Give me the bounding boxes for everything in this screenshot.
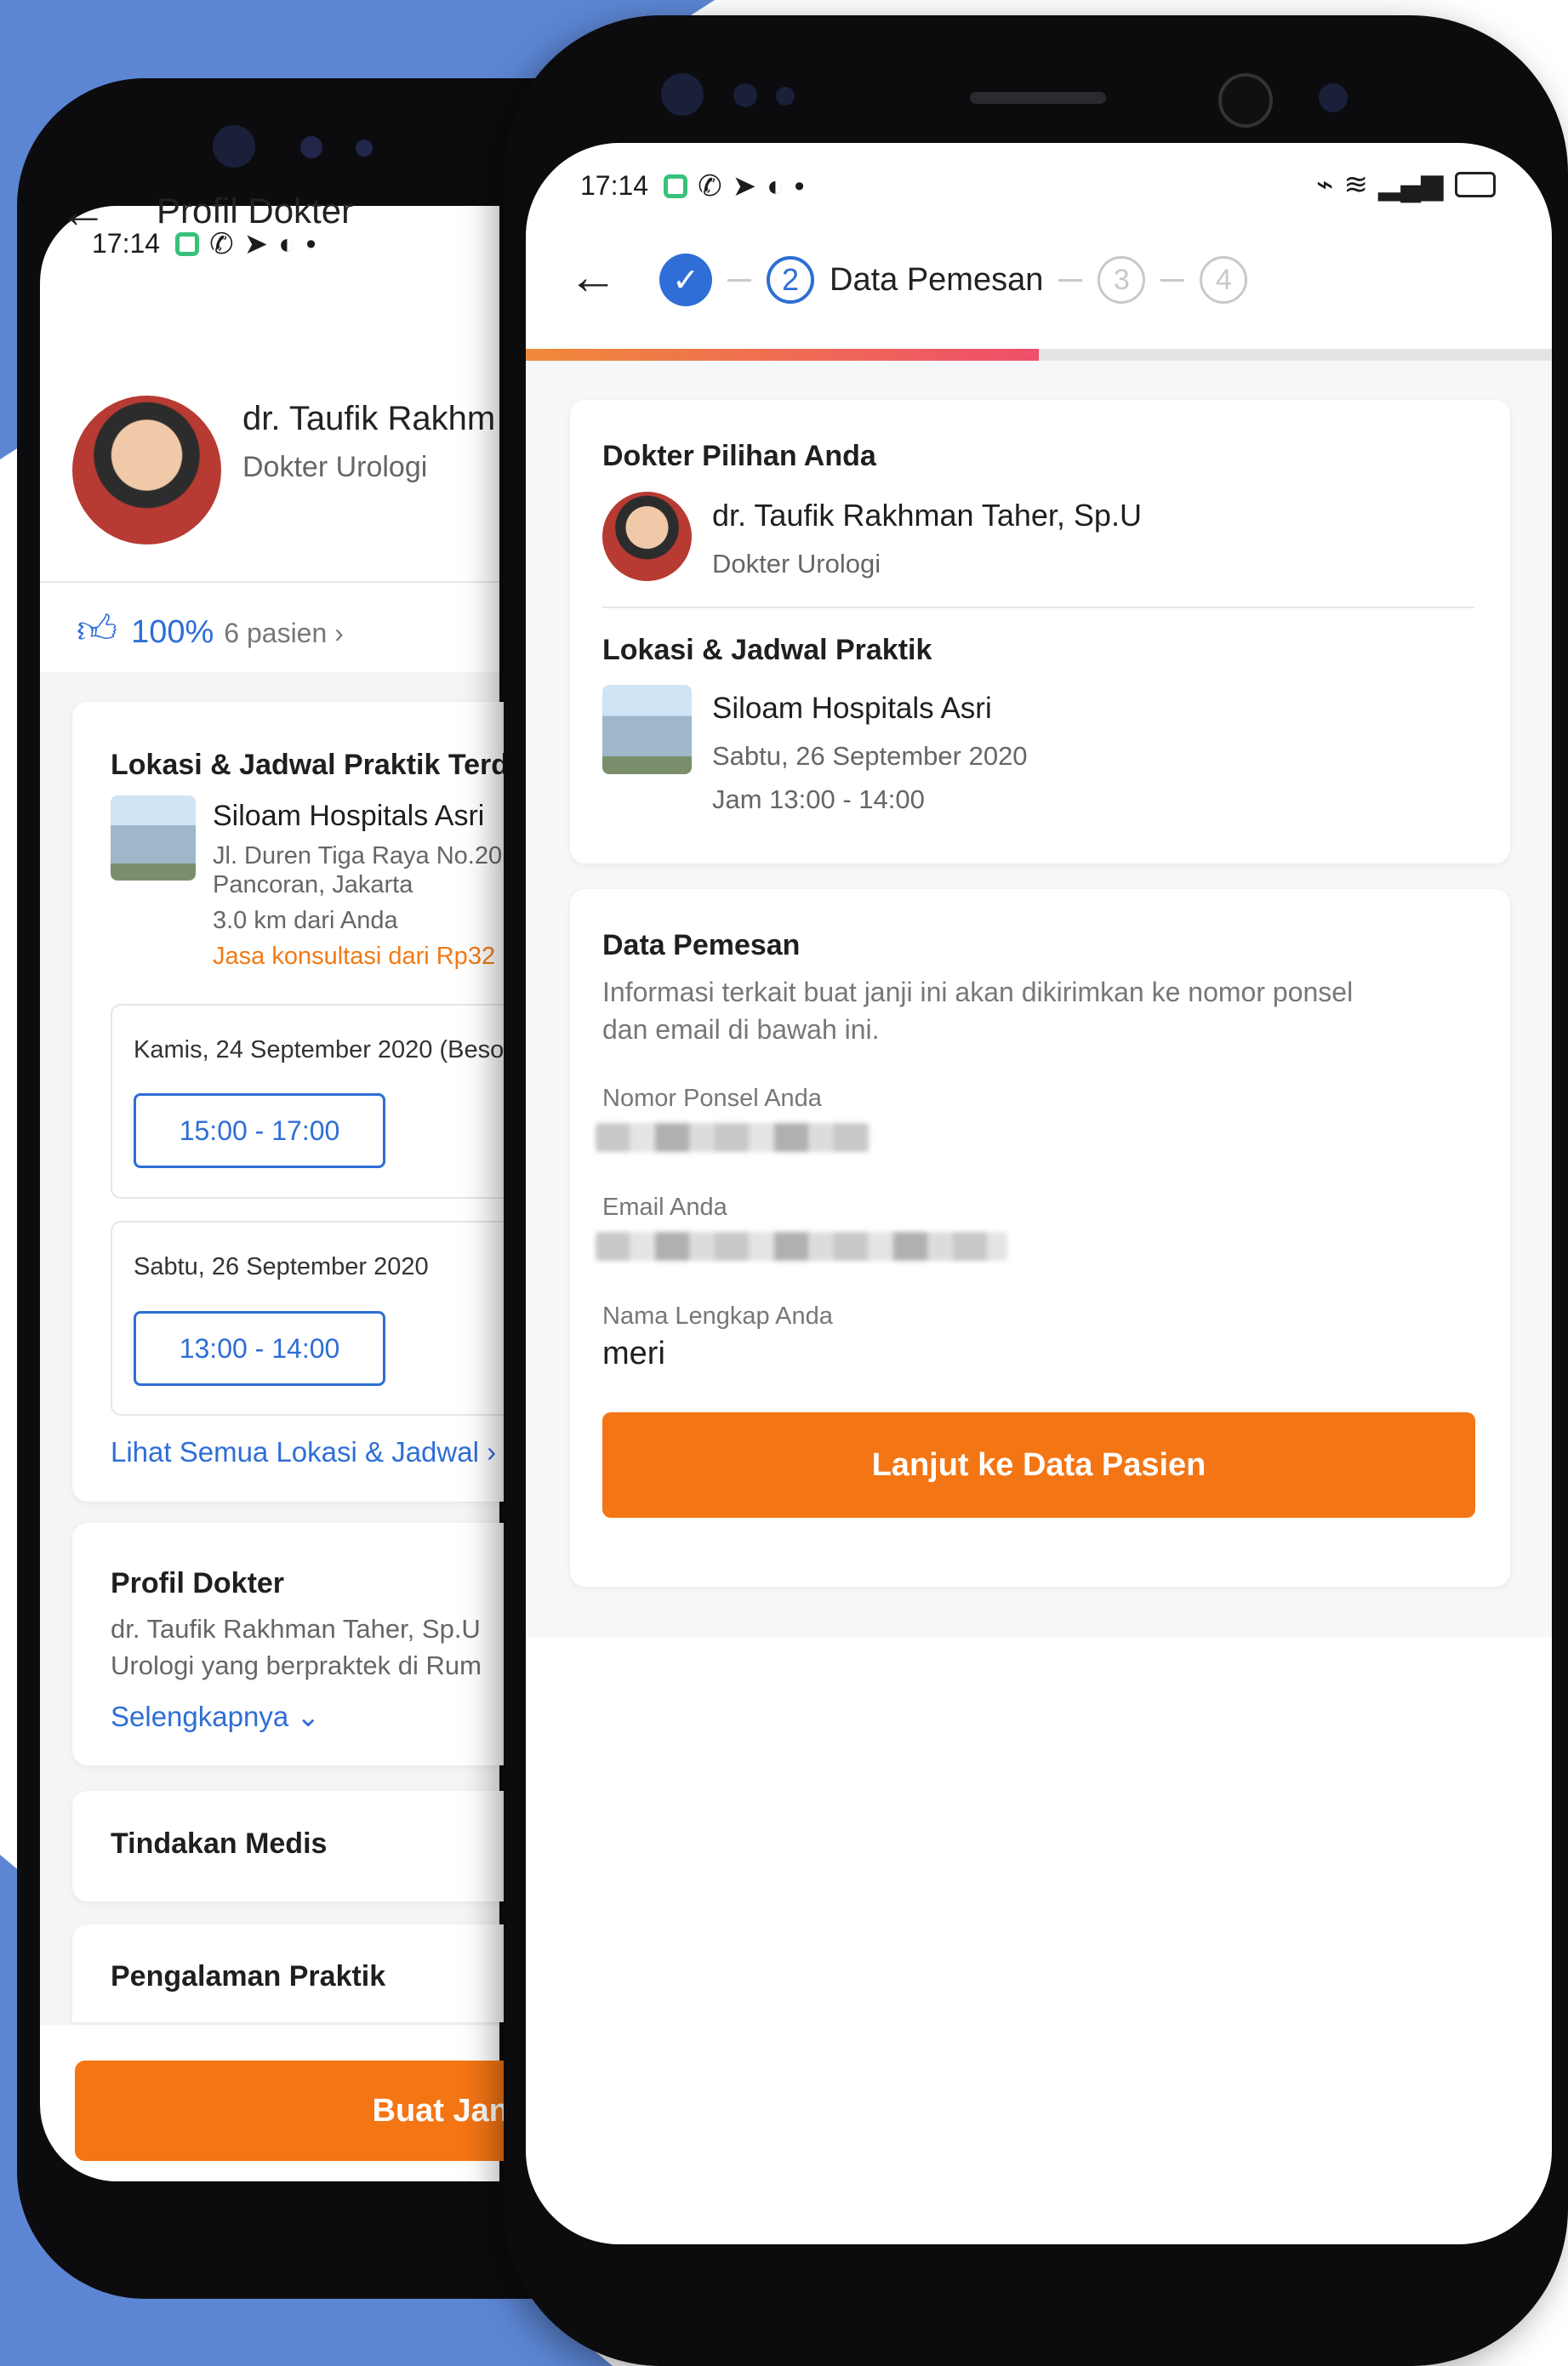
- email-field-label: Email Anda: [602, 1194, 727, 1221]
- book-appointment-button[interactable]: Buat Jan: [75, 2061, 517, 2161]
- page-title: Profil Dokter: [157, 190, 354, 231]
- app-notification-icon: [664, 174, 688, 198]
- doctor-name: dr. Taufik Rakhm: [242, 400, 496, 437]
- time-slot-button[interactable]: 13:00 - 14:00: [134, 1311, 385, 1386]
- whatsapp-icon: ✆: [698, 169, 722, 202]
- divider: [602, 607, 1474, 608]
- slot-date: Kamis, 24 September 2020 (Besok: [134, 1036, 516, 1063]
- see-all-schedule-link[interactable]: Lihat Semua Lokasi & Jadwal ›: [111, 1436, 496, 1468]
- experience-title: Pengalaman Praktik: [111, 1960, 386, 1993]
- current-step-label: Data Pemesan: [830, 261, 1044, 298]
- system-status-icons: ⌁ ≋ ▂▄▆: [1306, 168, 1497, 201]
- doctor-specialty: Dokter Urologi: [242, 451, 428, 483]
- profile-desc-line2: Urologi yang berpraktek di Rum: [111, 1650, 482, 1680]
- doctor-name: dr. Taufik Rakhman Taher, Sp.U: [712, 498, 1142, 533]
- appointment-time: Jam 13:00 - 14:00: [712, 784, 925, 814]
- current-step-number: 2: [767, 256, 814, 304]
- front-camera-icon: [1218, 73, 1273, 128]
- step-connector: [1058, 278, 1083, 282]
- messenger-icon: ◐: [767, 169, 784, 202]
- phone-field-value-redacted: [596, 1123, 870, 1152]
- hospital-distance: 3.0 km dari Anda: [213, 907, 398, 934]
- rating-row[interactable]: 👍︎ 100% 6 pasien ›: [77, 606, 344, 653]
- profile-desc-line1: dr. Taufik Rakhman Taher, Sp.U: [111, 1614, 481, 1644]
- divider: [40, 581, 499, 583]
- profile-card-title: Profil Dokter: [111, 1567, 285, 1599]
- schedule-title: Lokasi & Jadwal Praktik: [602, 634, 932, 666]
- rating-percent: 100%: [131, 614, 214, 650]
- sensor-icon: [300, 136, 322, 158]
- hospital-image: [111, 795, 196, 881]
- doctor-avatar: [72, 396, 221, 544]
- name-field-value: meri: [602, 1336, 665, 1371]
- patient-count-link[interactable]: 6 pasien ›: [224, 618, 344, 649]
- schedule-card-title: Lokasi & Jadwal Praktik Terdek: [111, 749, 541, 781]
- more-dot-icon: •: [794, 169, 805, 202]
- step-3-number: 3: [1098, 256, 1146, 304]
- check-icon: ✓: [659, 254, 712, 306]
- phone-field-label: Nomor Ponsel Anda: [602, 1085, 822, 1112]
- doctor-card-title: Dokter Pilihan Anda: [602, 440, 876, 472]
- front-camera-icon: [661, 73, 704, 116]
- step-4-number: 4: [1200, 256, 1248, 304]
- wifi-icon: ≋: [1343, 168, 1368, 201]
- front-status-bar: 17:14 ✆ ➤ ◐ •: [580, 170, 805, 202]
- booking-progress-bar: [526, 349, 1552, 361]
- back-arrow-icon[interactable]: ←: [568, 248, 618, 305]
- hospital-address-line1: Jl. Duren Tiga Raya No.20,: [213, 842, 510, 869]
- time-slot-button[interactable]: 15:00 - 17:00: [134, 1093, 385, 1168]
- sensor-icon: [1319, 83, 1348, 112]
- appointment-date: Sabtu, 26 September 2020: [712, 741, 1028, 771]
- hospital-address-line2: Pancoran, Jakarta: [213, 871, 413, 898]
- step-connector: [1160, 278, 1185, 282]
- front-camera-icon: [213, 125, 255, 168]
- step-connector: [727, 278, 751, 282]
- book-appointment-label: Buat Jan: [372, 2092, 509, 2129]
- read-more-link[interactable]: Selengkapnya ⌄: [111, 1700, 320, 1733]
- doctor-specialty: Dokter Urologi: [712, 549, 881, 579]
- hospital-name: Siloam Hospitals Asri: [213, 800, 485, 832]
- orderer-card-title: Data Pemesan: [602, 929, 801, 961]
- sensor-icon: [356, 140, 373, 157]
- vibrate-icon: ⌁: [1316, 168, 1334, 201]
- hospital-name: Siloam Hospitals Asri: [712, 692, 992, 725]
- telegram-icon: ➤: [732, 169, 757, 202]
- slot-date: Sabtu, 26 September 2020: [134, 1253, 429, 1280]
- back-header: ← Profil Dokter: [60, 183, 353, 238]
- sensor-icon: [776, 87, 795, 105]
- battery-icon: [1455, 172, 1497, 197]
- booking-progress-fill: [526, 349, 1039, 361]
- medical-procedures-title: Tindakan Medis: [111, 1827, 328, 1860]
- booking-stepper: ✓ 2 Data Pemesan 3 4: [659, 254, 1248, 306]
- speaker-grille: [970, 92, 1106, 104]
- signal-icon: ▂▄▆: [1377, 168, 1444, 201]
- consultation-fee: Jasa konsultasi dari Rp32: [213, 943, 496, 970]
- continue-button-label: Lanjut ke Data Pasien: [871, 1446, 1206, 1483]
- back-arrow-icon[interactable]: ←: [60, 183, 107, 238]
- status-time: 17:14: [580, 170, 649, 201]
- email-field-value-redacted: [596, 1232, 1007, 1261]
- hospital-image: [602, 685, 692, 774]
- orderer-info-line1: Informasi terkait buat janji ini akan di…: [602, 977, 1354, 1007]
- name-field-label: Nama Lengkap Anda: [602, 1303, 833, 1330]
- orderer-info-line2: dan email di bawah ini.: [602, 1014, 880, 1045]
- continue-to-patient-data-button[interactable]: Lanjut ke Data Pasien: [602, 1412, 1475, 1518]
- thumbs-up-icon: 👍︎: [77, 607, 118, 651]
- sensor-icon: [733, 83, 757, 107]
- doctor-avatar: [602, 492, 692, 581]
